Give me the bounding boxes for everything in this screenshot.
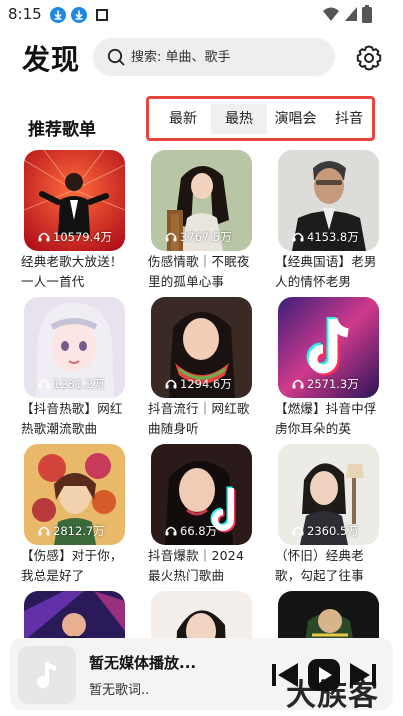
play-count: 2360.5万 xyxy=(292,523,359,539)
headphones-icon xyxy=(165,526,177,536)
square-icon xyxy=(96,9,108,21)
playlist-cover[interactable]: 10579.4万 xyxy=(24,150,125,251)
play-count: 10579.4万 xyxy=(38,229,112,245)
watermark: 大族客 xyxy=(286,678,379,713)
playlist-title[interactable]: （怀旧）经典老歌，勾起了往事 xyxy=(275,546,379,586)
playlist-title[interactable]: 抖音流行｜网红歌曲随身听 xyxy=(148,399,252,439)
playlist-title[interactable]: 【抖音热歌】网红热歌潮流歌曲 xyxy=(21,399,125,439)
download-icon xyxy=(50,7,66,23)
section-title: 推荐歌单 xyxy=(28,120,96,140)
tab-douyin[interactable]: 抖音 xyxy=(324,104,372,134)
headphones-icon xyxy=(165,232,177,242)
status-bar: 8:15 xyxy=(0,0,403,30)
signal-icon xyxy=(345,7,357,21)
playlist-cover[interactable]: 2812.7万 xyxy=(24,444,125,545)
playlist-title[interactable]: 【经典国语】老男人的情怀老男 xyxy=(275,252,379,292)
tab-latest[interactable]: 最新 xyxy=(155,104,211,134)
player-artwork xyxy=(18,646,76,704)
play-count: 2571.3万 xyxy=(292,376,359,392)
playlist-cover[interactable]: 2571.3万 xyxy=(278,297,379,398)
download-icon xyxy=(71,7,87,23)
headphones-icon xyxy=(165,379,177,389)
battery-icon xyxy=(362,5,372,23)
player-title: 暂无媒体播放... xyxy=(89,654,197,672)
gear-icon[interactable] xyxy=(355,44,383,72)
headphones-icon xyxy=(292,232,304,242)
headphones-icon xyxy=(292,526,304,536)
playlist-cover[interactable]: 2360.5万 xyxy=(278,444,379,545)
playlist-title[interactable]: 伤感情歌｜不眠夜里的孤单心事 xyxy=(148,252,252,292)
play-count-value: 1294.6万 xyxy=(180,377,232,391)
play-count: 1294.6万 xyxy=(165,376,232,392)
header: 发现 xyxy=(0,34,403,82)
playlist-cover[interactable]: 3767.5万 xyxy=(151,150,252,251)
playlist-title[interactable]: 抖音爆款｜2024最火热门歌曲 xyxy=(148,546,252,586)
tab-hottest[interactable]: 最热 xyxy=(211,104,267,134)
search-input[interactable] xyxy=(131,46,321,68)
play-count-value: 2571.3万 xyxy=(307,377,359,391)
play-count-value: 2360.5万 xyxy=(307,524,359,538)
status-time: 8:15 xyxy=(8,5,42,23)
playlist-cover[interactable]: 1231.2万 xyxy=(24,297,125,398)
playlist-title[interactable]: 经典老歌大放送！一人一首代 xyxy=(21,252,125,292)
play-count-value: 66.8万 xyxy=(180,524,218,538)
play-count-value: 3767.5万 xyxy=(180,230,232,244)
playlist-cover[interactable]: 4153.8万 xyxy=(278,150,379,251)
headphones-icon xyxy=(38,232,50,242)
player-lyrics: 暂无歌词.. xyxy=(89,683,150,698)
tab-bar: 最新 最热 演唱会 抖音 xyxy=(146,96,375,141)
headphones-icon xyxy=(38,379,50,389)
play-count: 2812.7万 xyxy=(38,523,105,539)
music-note-icon xyxy=(37,662,56,689)
search-bar[interactable] xyxy=(93,38,335,76)
wifi-icon xyxy=(323,7,339,21)
tab-concert[interactable]: 演唱会 xyxy=(267,104,324,134)
headphones-icon xyxy=(292,379,304,389)
play-count: 4153.8万 xyxy=(292,229,359,245)
playlist-title[interactable]: 【伤感】对于你，我总是好了 xyxy=(21,546,125,586)
headphones-icon xyxy=(38,526,50,536)
search-icon xyxy=(107,48,125,66)
playlist-title[interactable]: 【燃爆】抖音中俘虏你耳朵的英 xyxy=(275,399,379,439)
page-title: 发现 xyxy=(22,43,81,76)
playlist-cover[interactable]: 1294.6万 xyxy=(151,297,252,398)
playlist-cover[interactable]: 66.8万 xyxy=(151,444,252,545)
play-count-value: 4153.8万 xyxy=(307,230,359,244)
play-count: 3767.5万 xyxy=(165,229,232,245)
play-count: 66.8万 xyxy=(165,523,217,539)
play-count-value: 2812.7万 xyxy=(53,524,105,538)
play-count-value: 1231.2万 xyxy=(53,377,105,391)
play-count-value: 10579.4万 xyxy=(53,230,113,244)
play-count: 1231.2万 xyxy=(38,376,105,392)
